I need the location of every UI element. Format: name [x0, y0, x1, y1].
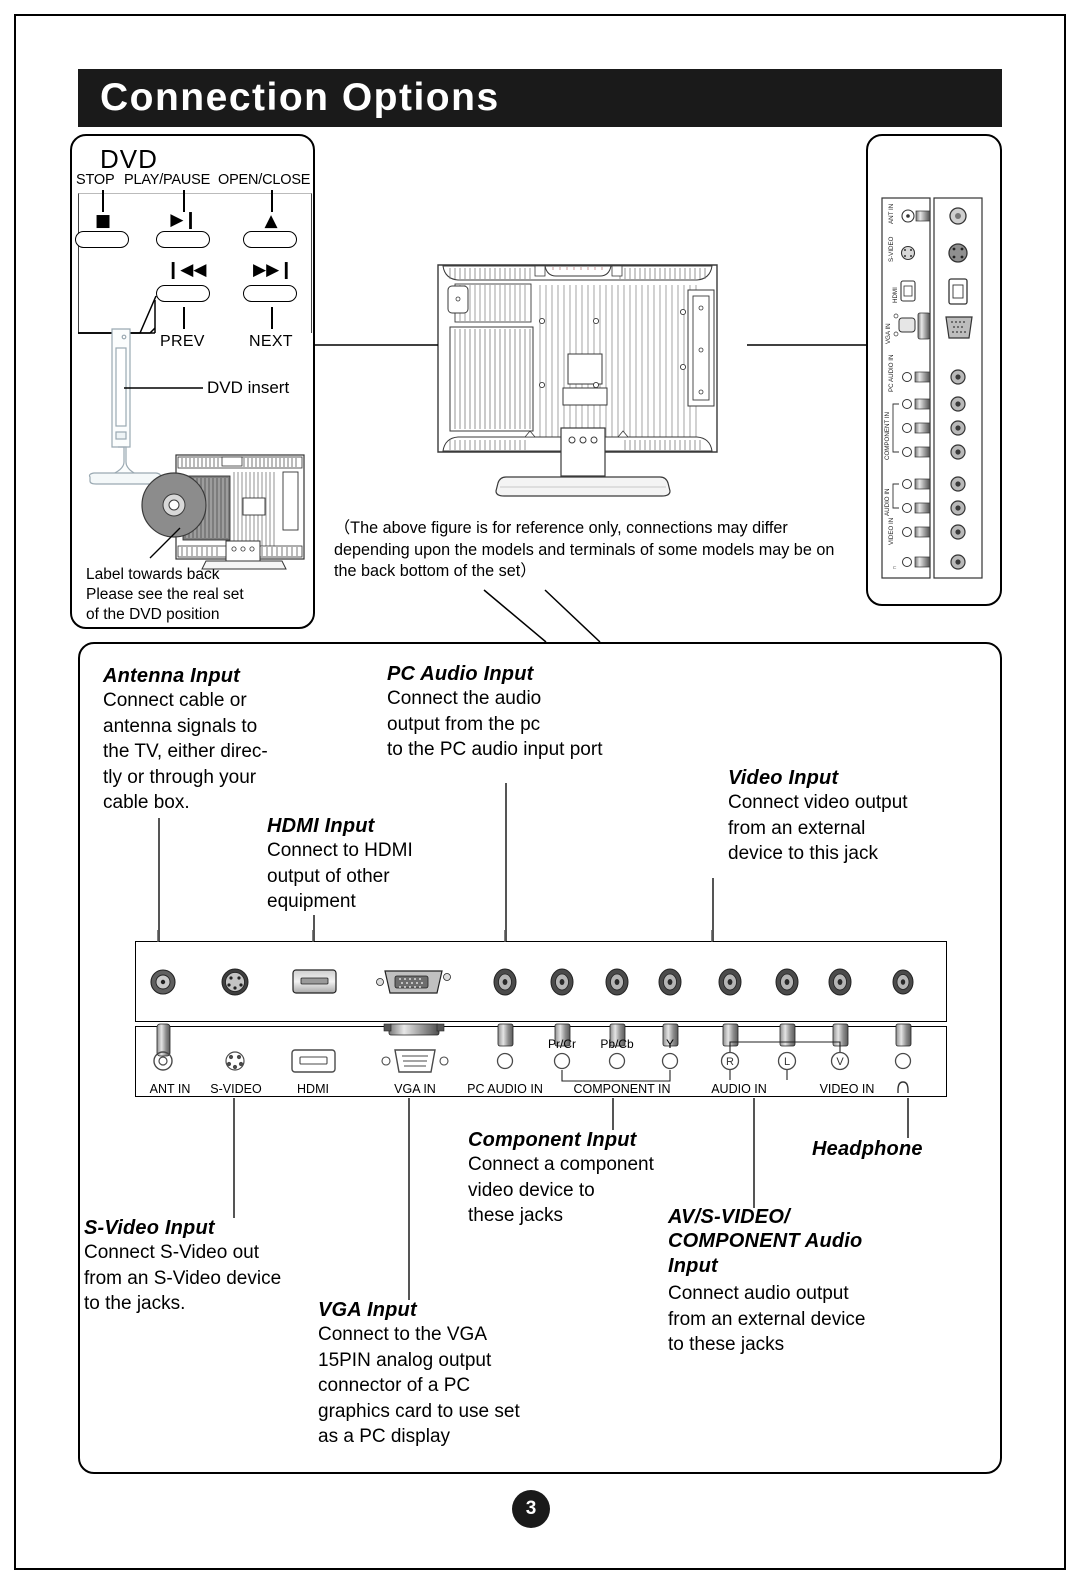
desc-vga-input: VGA Input Connect to the VGA 15PIN analo… — [318, 1298, 618, 1450]
tick-open-close — [271, 190, 273, 212]
dvd-insert-label: DVD insert — [207, 378, 290, 397]
label-stop: STOP — [76, 172, 115, 188]
desc-headphone-heading: Headphone — [812, 1138, 923, 1160]
desc-pc-audio-body: Connect the audio output from the pc to … — [387, 688, 603, 761]
leader-headphone — [907, 1098, 909, 1138]
play-pause-icon: ▶❙ — [170, 210, 198, 230]
dvd-disc-note: Label towards back Please see the real s… — [86, 566, 244, 623]
label-hdmi: HDMI — [297, 1082, 329, 1096]
next-button[interactable] — [243, 285, 297, 302]
dvd-button-label-row: STOP PLAY/PAUSE OPEN/CLOSE — [76, 172, 316, 188]
desc-headphone: Headphone — [812, 1137, 923, 1161]
desc-antenna-body: Connect cable or antenna signals to the … — [103, 690, 268, 814]
page-number: 3 — [512, 1490, 550, 1528]
desc-vga-body: Connect to the VGA 15PIN analog output c… — [318, 1324, 520, 1448]
desc-svideo-heading: S-Video Input — [84, 1217, 215, 1239]
label-open-close: OPEN/CLOSE — [218, 172, 311, 188]
label-component-in: COMPONENT IN — [573, 1082, 671, 1096]
reference-note: （The above figure is for reference only,… — [334, 519, 835, 581]
next-icon: ▶▶❙ — [253, 260, 294, 280]
open-close-button[interactable] — [243, 231, 297, 248]
manual-page: Connection Options DVD STOP PLAY/PAUSE OPE… — [0, 0, 1080, 1584]
leader-svideo — [233, 1098, 235, 1218]
label-ant-in: ANT IN — [149, 1082, 191, 1096]
label-s-video: S-VIDEO — [210, 1082, 262, 1096]
side-ports-panel — [866, 134, 1002, 606]
desc-av-audio-heading: AV/S-VIDEO/ COMPONENT Audio Input — [668, 1206, 863, 1277]
desc-av-svideo-component-audio-input: AV/S-VIDEO/ COMPONENT Audio Input Connec… — [668, 1205, 958, 1358]
leader-component — [612, 1098, 614, 1130]
label-vga-in: VGA IN — [394, 1082, 436, 1096]
desc-av-audio-body: Connect audio output from an external de… — [668, 1283, 866, 1356]
desc-pc-audio-input: PC Audio Input Connect the audio output … — [387, 662, 697, 763]
open-close-icon: ▲ — [264, 211, 278, 231]
prev-icon: ❙◀◀ — [166, 260, 207, 280]
tick-prev — [183, 307, 185, 329]
desc-hdmi-input: HDMI Input Connect to HDMI output of oth… — [267, 814, 497, 915]
desc-hdmi-heading: HDMI Input — [267, 815, 375, 837]
label-next: NEXT — [249, 333, 293, 350]
leader-video — [712, 878, 714, 942]
label-play-pause: PLAY/PAUSE — [124, 172, 211, 188]
desc-component-heading: Component Input — [468, 1129, 637, 1151]
desc-video-input: Video Input Connect video output from an… — [728, 766, 988, 867]
page-title-banner: Connection Options — [78, 69, 1002, 127]
label-prev: PREV — [160, 333, 205, 350]
dvd-heading: DVD — [100, 144, 158, 174]
desc-antenna-input: Antenna Input Connect cable or antenna s… — [103, 664, 353, 816]
connector-text-labels: ANT IN S-VIDEO HDMI VGA IN PC AUDIO IN C… — [135, 1082, 947, 1102]
stop-button[interactable] — [75, 231, 129, 248]
play-pause-button[interactable] — [156, 231, 210, 248]
leader-pc-audio — [505, 783, 507, 942]
prev-button[interactable] — [156, 285, 210, 302]
leader-hdmi — [313, 915, 315, 942]
page-title: Connection Options — [100, 76, 500, 119]
leader-antenna — [158, 818, 160, 942]
label-video-in: VIDEO IN — [819, 1082, 875, 1096]
tick-play-pause — [183, 190, 185, 212]
tick-stop — [102, 190, 104, 212]
label-pc-audio-in: PC AUDIO IN — [467, 1082, 543, 1096]
desc-video-heading: Video Input — [728, 767, 839, 789]
tick-next — [271, 307, 273, 329]
leader-vga — [408, 1098, 410, 1300]
desc-pc-audio-heading: PC Audio Input — [387, 663, 534, 685]
desc-hdmi-body: Connect to HDMI output of other equipmen… — [267, 840, 413, 913]
desc-antenna-heading: Antenna Input — [103, 665, 241, 687]
desc-video-body: Connect video output from an external de… — [728, 792, 908, 865]
leader-av-audio — [753, 1098, 755, 1208]
desc-vga-heading: VGA Input — [318, 1299, 417, 1321]
connector-jack-row — [135, 941, 947, 1022]
label-audio-in: AUDIO IN — [711, 1082, 767, 1096]
stop-icon: ■ — [94, 211, 112, 231]
